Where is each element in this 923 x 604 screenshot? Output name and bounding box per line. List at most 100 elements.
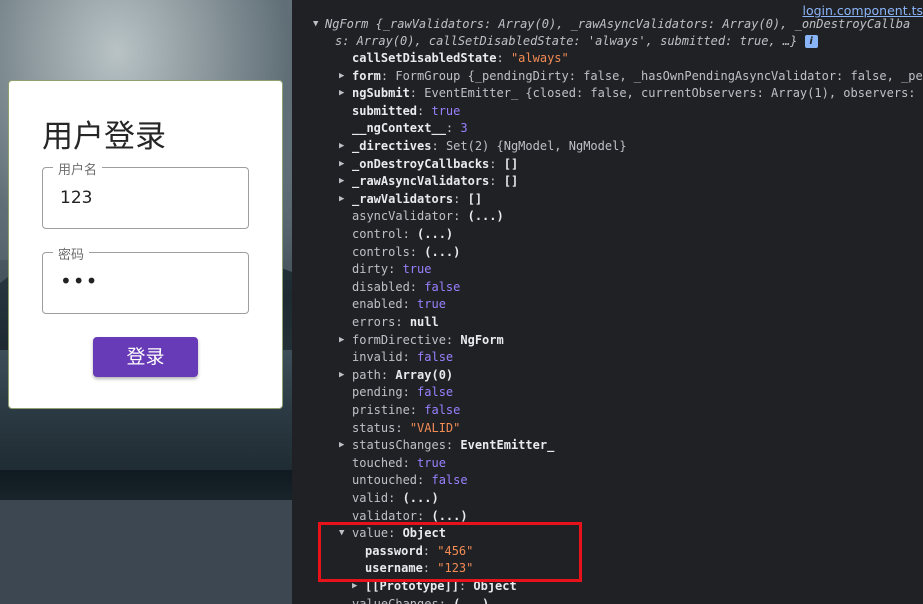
property-key: errors: [352, 315, 396, 329]
property-row[interactable]: ▶ _rawAsyncValidators: []: [339, 173, 518, 190]
property-separator: :: [438, 596, 454, 604]
property-row[interactable]: ▶ ngSubmit: EventEmitter_ {closed: false,…: [339, 85, 916, 102]
property-row[interactable]: ▶ statusChanges: EventEmitter_: [339, 437, 555, 454]
background-shoreline: [0, 470, 292, 500]
property-row[interactable]: ▶ _onDestroyCallbacks: []: [339, 156, 519, 173]
property-row: pristine: false: [352, 402, 460, 419]
property-key: statusChanges: [352, 438, 446, 453]
password-input[interactable]: •••: [60, 269, 98, 293]
property-row: pending: false: [352, 384, 453, 401]
expand-triangle-icon[interactable]: ▶: [339, 85, 349, 102]
property-key: valid: [352, 491, 389, 505]
property-row: dirty: true: [352, 261, 431, 278]
expand-triangle-icon[interactable]: ▶: [339, 437, 349, 454]
property-separator: :: [445, 332, 461, 347]
property-row: submitted: true: [352, 103, 460, 120]
property-separator: :: [417, 103, 432, 118]
property-key: form: [352, 68, 381, 83]
object-summary-line-2: s: Array(0), callSetDisabledState: 'alwa…: [335, 33, 818, 50]
property-value: Set(2) {NgModel, NgModel}: [445, 139, 627, 153]
property-row: controls: (...): [352, 244, 460, 261]
property-separator: :: [380, 68, 396, 83]
property-value: 3: [460, 121, 468, 136]
property-separator: :: [453, 191, 468, 206]
app-viewport: 用户登录 用户名 123 密码 ••• 登录: [0, 0, 292, 604]
property-row: valid: (...): [352, 490, 439, 507]
property-row: valueChanges: (...): [352, 596, 489, 604]
property-key: asyncValidator: [352, 209, 454, 224]
property-separator: :: [402, 455, 418, 470]
property-separator: :: [402, 385, 418, 400]
property-value: EventEmitter_ {closed: false, currentObs…: [424, 86, 916, 101]
property-key: __ngContext__: [352, 121, 446, 136]
expand-triangle-icon[interactable]: ▶: [339, 191, 349, 208]
property-value: (...): [467, 209, 504, 224]
property-separator: :: [409, 403, 425, 417]
property-separator: :: [445, 121, 461, 136]
property-separator: :: [409, 86, 425, 101]
property-key: dirty: [352, 262, 389, 277]
object-summary-line-1[interactable]: ▼ NgForm {_rawValidators: Array(0), _raw…: [313, 16, 911, 33]
login-card: 用户登录 用户名 123 密码 ••• 登录: [8, 80, 283, 409]
property-value: (...): [417, 227, 454, 241]
property-separator: :: [402, 297, 418, 312]
expand-triangle-icon[interactable]: ▶: [339, 138, 349, 155]
property-key: _onDestroyCallbacks: [352, 156, 490, 171]
login-button[interactable]: 登录: [93, 337, 198, 377]
expand-triangle-icon[interactable]: ▶: [339, 367, 349, 384]
property-key: status: [352, 420, 396, 435]
property-key: invalid: [352, 350, 403, 365]
property-value: true: [417, 455, 446, 470]
property-key: formDirective: [352, 332, 446, 347]
property-key: valueChanges: [352, 596, 439, 604]
property-value: (...): [402, 491, 439, 505]
password-field[interactable]: 密码 •••: [42, 244, 249, 314]
property-row: callSetDisabledState: "always": [352, 50, 569, 67]
property-value: []: [503, 156, 519, 171]
info-icon[interactable]: i: [804, 35, 818, 48]
property-row[interactable]: ▶ _directives: Set(2) {NgModel, NgModel}: [339, 138, 627, 155]
property-row: errors: null: [352, 314, 439, 331]
password-label: 密码: [53, 244, 90, 263]
property-key: path: [352, 367, 381, 382]
property-value: (...): [453, 596, 490, 604]
property-value: "always": [510, 51, 569, 65]
property-separator: :: [402, 350, 418, 365]
app-footer-area: [0, 500, 292, 604]
property-row: status: "VALID": [352, 420, 460, 437]
property-row: touched: true: [352, 455, 446, 472]
login-title: 用户登录: [42, 119, 166, 155]
expand-triangle-icon[interactable]: ▶: [339, 68, 349, 85]
expand-triangle-icon[interactable]: ▶: [339, 156, 349, 173]
property-separator: :: [453, 209, 468, 224]
property-row[interactable]: ▶ path: Array(0): [339, 367, 453, 384]
username-field[interactable]: 用户名 123: [42, 159, 249, 229]
property-value: EventEmitter_: [460, 438, 555, 453]
property-value: false: [424, 279, 461, 294]
property-separator: :: [417, 473, 432, 488]
property-row: enabled: true: [352, 296, 446, 313]
property-key: _rawAsyncValidators: [352, 174, 490, 189]
property-row[interactable]: ▶ _rawValidators: []: [339, 191, 483, 208]
expand-triangle-icon[interactable]: ▶: [339, 173, 349, 190]
property-separator: :: [409, 244, 425, 259]
object-summary-text: NgForm {_rawValidators: Array(0), _rawAs…: [325, 17, 911, 31]
property-row: invalid: false: [352, 349, 453, 366]
property-separator: :: [388, 262, 403, 277]
expand-triangle-icon[interactable]: ▼: [313, 16, 323, 33]
property-value: true: [431, 103, 461, 118]
username-input[interactable]: 123: [60, 188, 92, 208]
property-separator: :: [380, 367, 396, 382]
property-value: false: [424, 403, 461, 417]
property-value: []: [467, 191, 483, 206]
property-value: false: [431, 473, 468, 488]
property-key: callSetDisabledState: [352, 51, 497, 65]
property-separator: :: [395, 315, 410, 329]
property-separator: :: [489, 174, 504, 189]
property-key: _rawValidators: [352, 191, 454, 206]
property-value: true: [402, 262, 432, 277]
property-row[interactable]: ▶ form: FormGroup {_pendingDirty: false, …: [339, 68, 923, 85]
expand-triangle-icon[interactable]: ▶: [339, 332, 349, 349]
property-key: touched: [352, 455, 403, 470]
property-row[interactable]: ▶ formDirective: NgForm: [339, 332, 504, 349]
